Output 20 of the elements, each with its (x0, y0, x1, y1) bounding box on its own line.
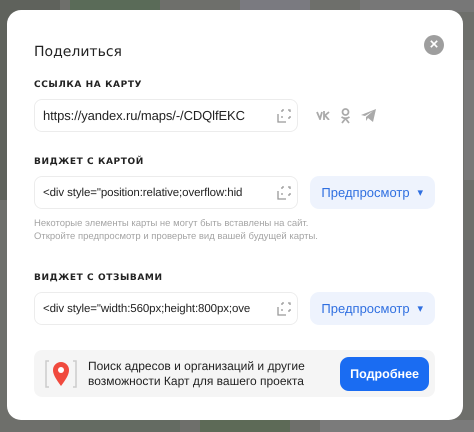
vk-icon[interactable] (316, 111, 330, 120)
preview-button[interactable]: Предпросмотр ▾ (310, 176, 435, 209)
copy-icon[interactable] (277, 108, 291, 122)
telegram-icon[interactable] (361, 109, 376, 122)
more-button[interactable]: Подробнее (340, 356, 429, 390)
promo-text: Поиск адресов и организаций и другие возможности Карт для вашего проекта (88, 358, 306, 388)
code-field[interactable]: <div style="position:relative;overflow:hid (34, 176, 298, 209)
section-label: ВИДЖЕТ С КАРТОЙ (34, 157, 145, 167)
copy-icon[interactable] (277, 302, 291, 316)
preview-button[interactable]: Предпросмотр ▾ (310, 292, 435, 325)
code-field[interactable]: <div style="width:560px;height:800px;ove (34, 292, 298, 325)
copy-icon[interactable] (277, 186, 291, 200)
section-label: ВИДЖЕТ С ОТЗЫВАМИ (34, 273, 164, 283)
hint-text: Некоторые элементы карты не могут быть вставлены на сайт. Откройте предпросмотр и проверьте вид вашей будущей карты. (34, 217, 319, 243)
close-button[interactable]: × (424, 35, 444, 55)
dialog-title: Поделиться (34, 44, 122, 60)
map-pin-icon (44, 358, 78, 388)
section-label: ССЫЛКА НА КАРТУ (34, 80, 144, 90)
ok-icon[interactable] (340, 108, 351, 124)
link-field[interactable]: https://yandex.ru/maps/-/CDQlfEKC (34, 99, 298, 132)
